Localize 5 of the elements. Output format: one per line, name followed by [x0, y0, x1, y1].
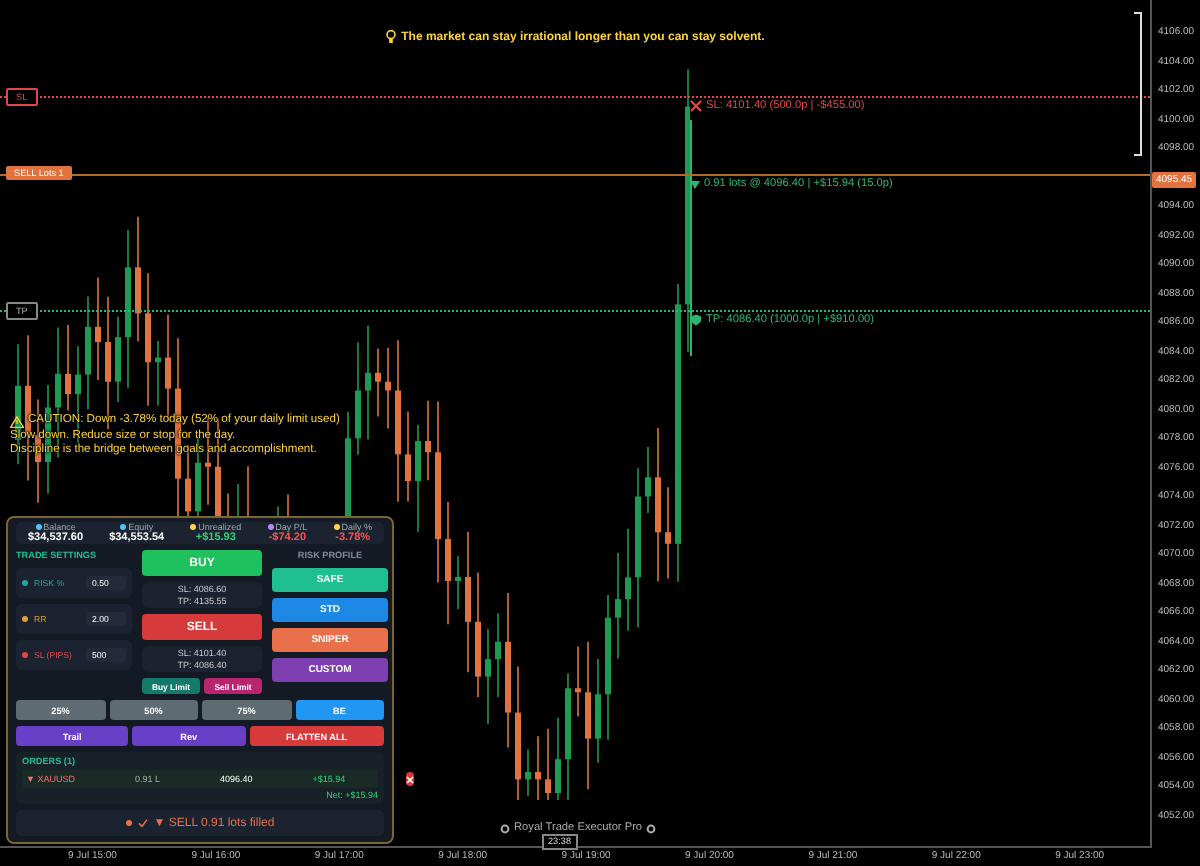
close-order-button[interactable]	[405, 772, 414, 786]
warning-icon	[10, 415, 24, 428]
check-icon	[137, 818, 148, 828]
lightbulb-icon	[385, 30, 396, 44]
range-bracket	[1134, 12, 1142, 156]
